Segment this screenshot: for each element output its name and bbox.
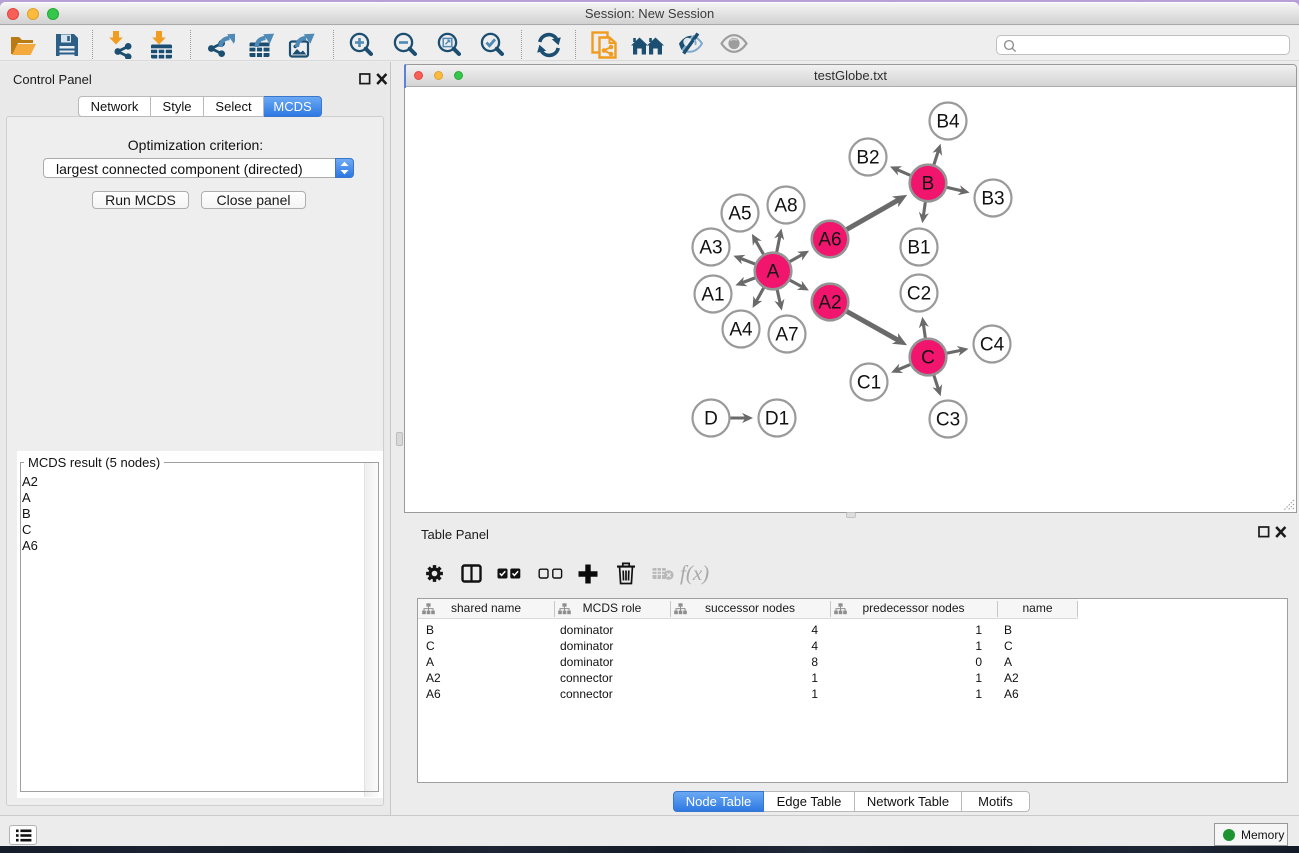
svg-text:A8: A8: [774, 195, 797, 216]
svg-text:D: D: [704, 408, 718, 429]
svg-text:B2: B2: [856, 147, 879, 168]
svg-text:D1: D1: [765, 408, 789, 429]
svg-text:A5: A5: [728, 203, 751, 224]
svg-text:B4: B4: [936, 111, 960, 132]
svg-text:A2: A2: [818, 292, 841, 313]
svg-text:C1: C1: [857, 372, 881, 393]
svg-text:A6: A6: [818, 229, 841, 250]
svg-text:A4: A4: [729, 319, 753, 340]
svg-text:C4: C4: [980, 334, 1005, 355]
svg-text:A3: A3: [699, 237, 722, 258]
svg-text:B: B: [922, 173, 935, 194]
svg-text:C: C: [921, 347, 935, 368]
svg-text:C3: C3: [936, 409, 960, 430]
svg-text:A: A: [767, 261, 780, 282]
svg-text:B1: B1: [907, 237, 930, 258]
svg-text:A7: A7: [775, 324, 798, 345]
svg-text:B3: B3: [981, 188, 1004, 209]
svg-text:C2: C2: [907, 283, 931, 304]
svg-text:A1: A1: [701, 284, 724, 305]
